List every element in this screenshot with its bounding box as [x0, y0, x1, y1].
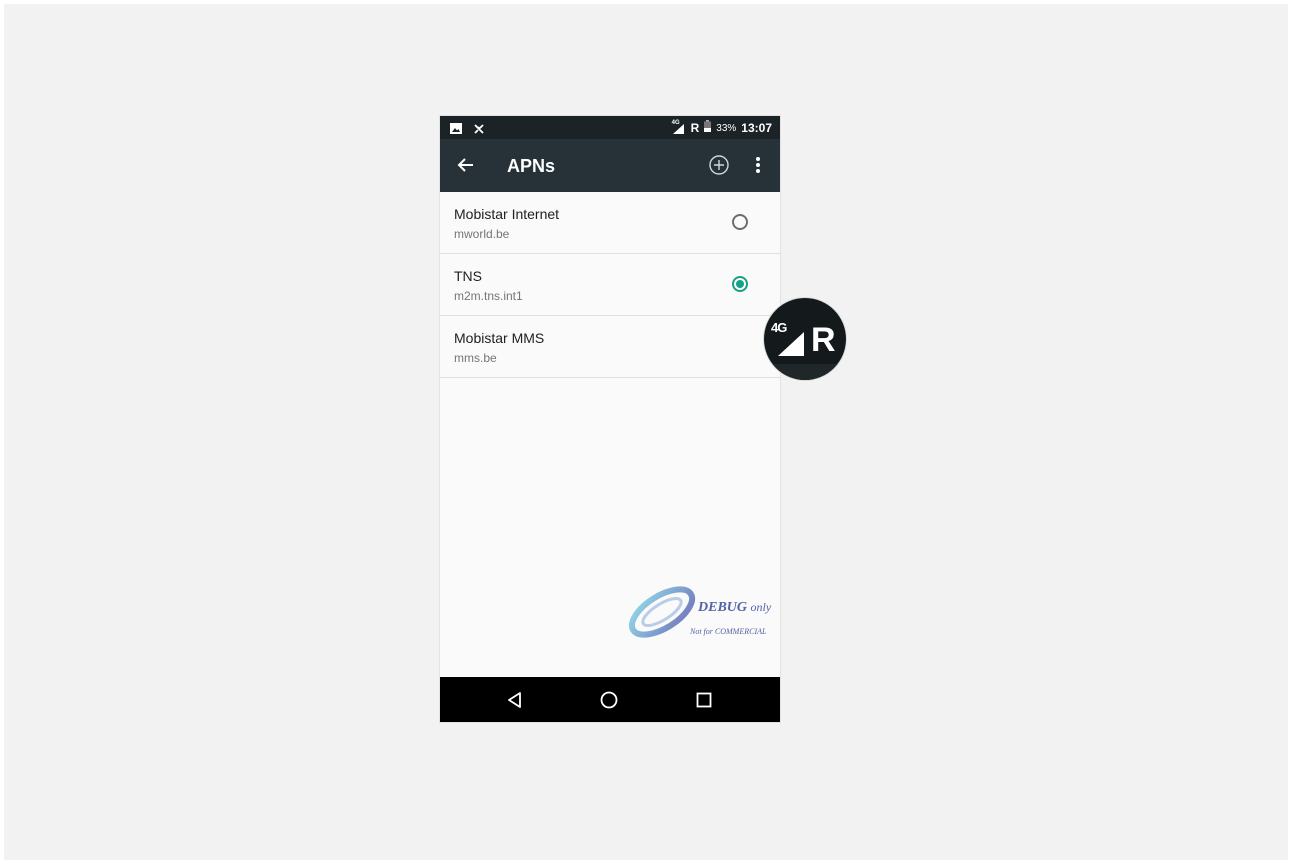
apn-name: TNS: [454, 268, 482, 284]
debug-watermark: DEBUG only Not for COMMERCIAL: [626, 582, 780, 642]
battery-icon: [704, 119, 712, 137]
system-nav-bar: [440, 677, 780, 722]
apn-name: Mobistar Internet: [454, 206, 560, 222]
phone-screen: 4G R 33% 13:07 APNs Mobistar Internet mw…: [440, 116, 780, 722]
battery-percent: 33%: [716, 122, 737, 134]
watermark-logo-icon: [628, 586, 696, 638]
apn-list: Mobistar Internet mworld.be TNS m2m.tns.…: [440, 192, 780, 378]
no-signal-icon: [474, 121, 484, 139]
clock: 13:07: [741, 121, 772, 135]
roaming-indicator: R: [690, 121, 700, 135]
apn-item-tns[interactable]: TNS m2m.tns.int1: [440, 254, 780, 316]
apn-name: Mobistar MMS: [454, 330, 545, 346]
apn-value: mms.be: [454, 351, 497, 365]
watermark-line1: DEBUG only: [698, 600, 772, 615]
apn-item-mobistar-mms[interactable]: Mobistar MMS mms.be: [440, 316, 780, 378]
add-circle-icon[interactable]: [708, 154, 730, 176]
watermark-line2: Not for COMMERCIAL: [690, 627, 767, 636]
apn-value: m2m.tns.int1: [454, 289, 523, 303]
back-arrow-icon[interactable]: [454, 153, 478, 177]
zoom-callout: 4G R: [764, 298, 846, 380]
status-right-icons: 4G R 33% 13:07: [672, 119, 772, 137]
apn-value: mworld.be: [454, 227, 510, 241]
apn-radio-button-selected[interactable]: [732, 276, 748, 292]
signal-icon: 4G: [672, 120, 686, 135]
page-title: APNs: [507, 156, 556, 176]
status-bar: 4G R 33% 13:07: [440, 116, 780, 139]
zoom-roaming-label: R: [811, 321, 836, 359]
home-circle-icon[interactable]: [598, 689, 620, 711]
more-vert-icon[interactable]: [748, 153, 768, 177]
recents-square-icon[interactable]: [693, 689, 715, 711]
apn-radio-button[interactable]: [732, 214, 748, 230]
app-toolbar: APNs: [440, 139, 780, 192]
status-left-icons: [450, 121, 484, 139]
image-icon: [450, 121, 462, 139]
apn-item-mobistar-internet[interactable]: Mobistar Internet mworld.be: [440, 192, 780, 254]
back-triangle-icon[interactable]: [504, 689, 526, 711]
